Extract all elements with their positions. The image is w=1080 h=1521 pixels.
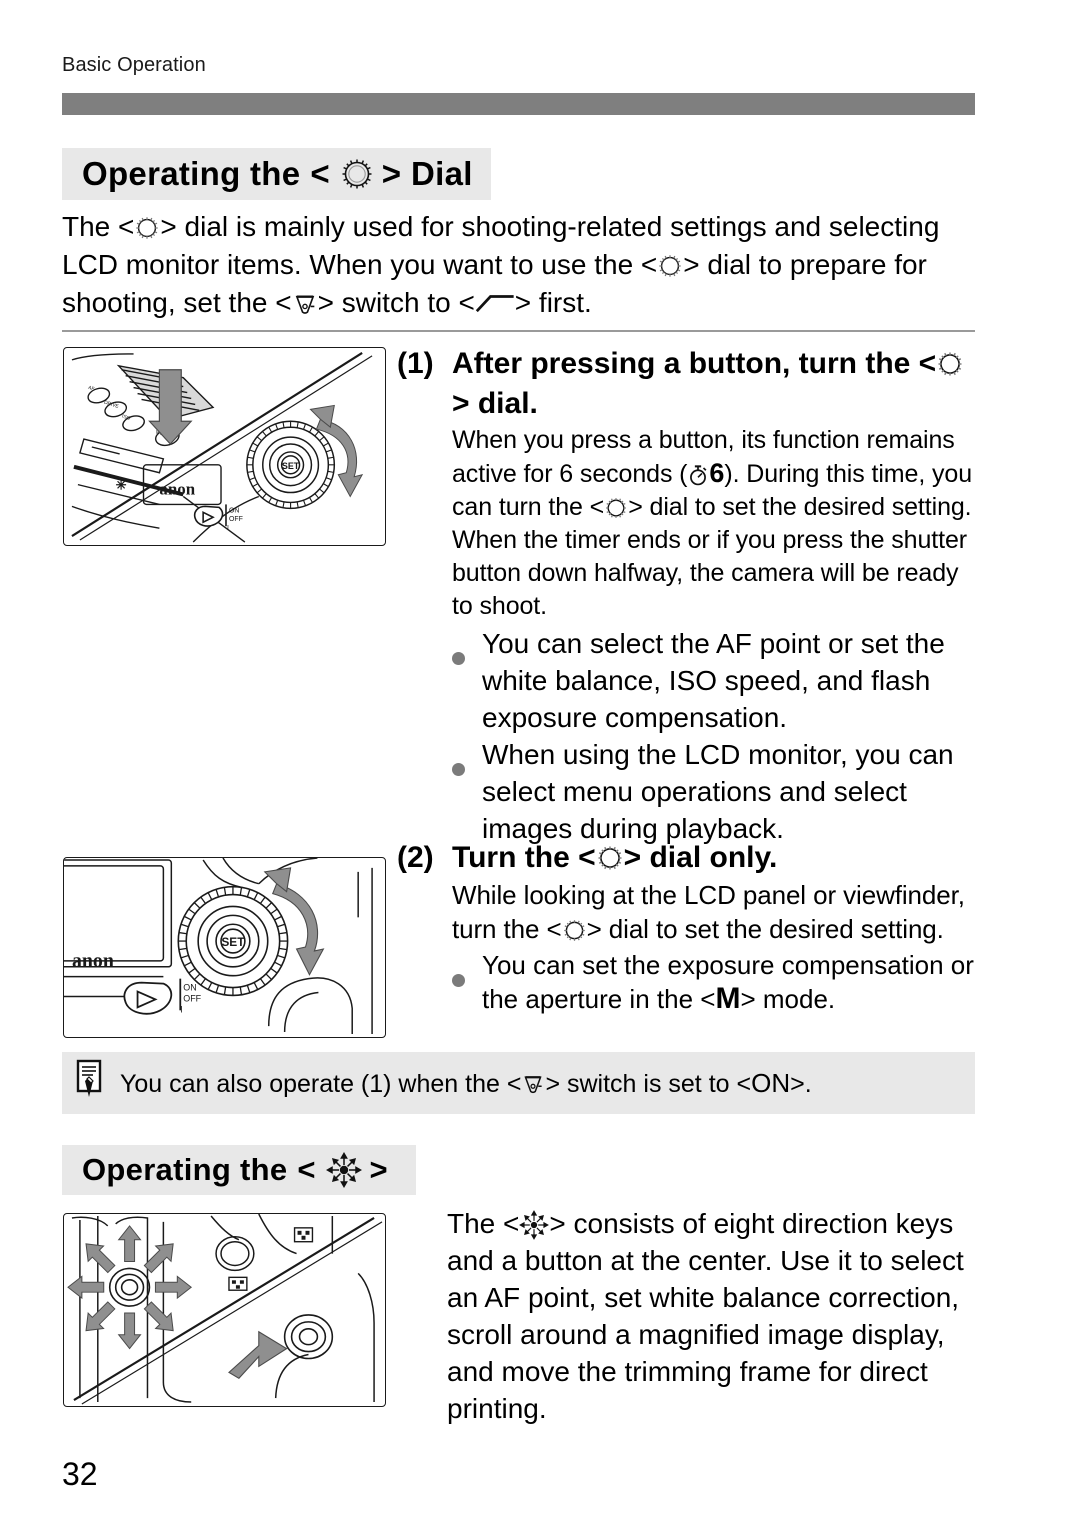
list-item: When using the LCD monitor, you can sele… (452, 736, 975, 847)
memo-note-icon (76, 1059, 106, 1104)
svg-text:I: I (227, 525, 229, 532)
intro-text-5: > first. (514, 287, 592, 318)
page-number: 32 (62, 1456, 98, 1492)
step-2-body: While looking at the LCD panel or viewfi… (452, 878, 975, 946)
quick-control-dial-icon (936, 350, 964, 378)
section-heading-suffix: Dial (410, 155, 473, 192)
step-1-title: After pressing a button, turn the < > dia… (452, 344, 975, 424)
step-2-title-a: Turn the < (452, 841, 596, 874)
section-divider-rule (62, 330, 975, 332)
svg-text:OFF: OFF (183, 993, 201, 1003)
list-item: You can select the AF point or set the w… (452, 625, 975, 736)
multi-controller-paragraph: The < > consists of eight direction keys … (447, 1205, 987, 1427)
quick-control-dial-icon (604, 496, 628, 520)
step-1-title-a: After pressing a button, turn the < (452, 347, 937, 380)
step-2-body-b: > dial to set the desired setting. (586, 914, 944, 944)
section-heading-prefix: Operating the (82, 155, 301, 192)
svg-text:ON: ON (183, 983, 196, 993)
step-2: (2) Turn the < > dial only. While looking… (397, 838, 975, 1016)
intro-text-4: > switch to < (317, 287, 475, 318)
bullet-text: When using the LCD monitor, you can sele… (482, 739, 954, 844)
step-1-number: (1) (397, 347, 434, 380)
intro-paragraph: The < > dial is mainly used for shooting-… (62, 208, 982, 322)
step-1-bullet-list: You can select the AF point or set the w… (452, 625, 975, 847)
step-1-timer-value: 6 (709, 458, 725, 488)
svg-text:anon: anon (159, 480, 195, 499)
svg-text:SET: SET (221, 935, 245, 949)
quick-control-dial-icon (657, 253, 683, 279)
multi-controller-icon (519, 1209, 550, 1240)
note-text-c: >. (790, 1069, 812, 1098)
note-text-a: You can also operate (1) when the < (120, 1069, 522, 1098)
dial-on-slope-icon (475, 291, 515, 313)
bullet-dot-icon (452, 626, 482, 663)
bullet-text: You can select the AF point or set the w… (482, 628, 945, 733)
svg-text:SET: SET (282, 461, 300, 471)
multi-controller-icon (325, 1152, 362, 1188)
self-timer-icon (687, 464, 709, 486)
note-box: You can also operate (1) when the < > swi… (62, 1052, 975, 1114)
quick-control-dial-icon (562, 918, 587, 943)
step-1-heading: (1) After pressing a button, turn the < >… (397, 344, 975, 424)
step-2-title: Turn the < > dial only. (452, 838, 975, 878)
main-switch-icon (521, 1072, 545, 1096)
step-1-body: When you press a button, its function re… (452, 424, 975, 623)
figure-multi-controller (63, 1213, 386, 1407)
bullet-text: You can set the exposure compensation or… (482, 948, 975, 1016)
step-2-number: (2) (397, 841, 434, 874)
quick-control-dial-icon (134, 215, 160, 241)
note-text: You can also operate (1) when the < > swi… (120, 1068, 812, 1099)
svg-text:ON: ON (229, 507, 239, 514)
list-item: You can set the exposure compensation or… (452, 948, 975, 1016)
section-heading-operating-the-dial: Operating the < > Dial (62, 148, 491, 200)
svg-text:anon: anon (72, 950, 114, 972)
section-heading-operating-the-multi-controller: Operating the < > (62, 1145, 416, 1195)
running-head: Basic Operation (62, 54, 206, 76)
step-2-bullet-list: You can set the exposure compensation or… (452, 948, 975, 1016)
figure-press-button-turn-dial: AF DRIVE ISO WB ✳ anon ON OFF I SET (63, 347, 386, 546)
figure-turn-dial-only: anon ON OFF I SET (63, 857, 386, 1038)
svg-text:✳: ✳ (116, 478, 127, 493)
step-2-title-b: > dial only. (623, 841, 778, 874)
bullet-dot-icon (452, 737, 482, 774)
main-switch-icon (292, 291, 318, 317)
step-1: (1) After pressing a button, turn the < >… (397, 344, 975, 847)
quick-control-dial-icon (340, 157, 374, 191)
note-on-label: ON (751, 1067, 791, 1098)
bullet-dot-icon (452, 949, 482, 983)
intro-text-1: The < (62, 211, 135, 242)
svg-text:I: I (180, 1004, 182, 1014)
section-heading-prefix: Operating the (82, 1152, 288, 1187)
bullet-text-b: > mode. (740, 984, 836, 1014)
step-2-heading: (2) Turn the < > dial only. (397, 838, 975, 878)
quick-control-dial-icon (596, 844, 624, 872)
note-text-b: > switch is set to < (545, 1069, 752, 1098)
manual-mode-icon: M (715, 982, 741, 1015)
svg-text:OFF: OFF (229, 516, 243, 523)
header-divider-bar (62, 93, 975, 115)
step-1-title-b: > dial. (452, 387, 538, 420)
multi-paragraph-b: > consists of eight direction keys and a… (447, 1208, 964, 1424)
multi-paragraph-a: The < (447, 1208, 520, 1239)
